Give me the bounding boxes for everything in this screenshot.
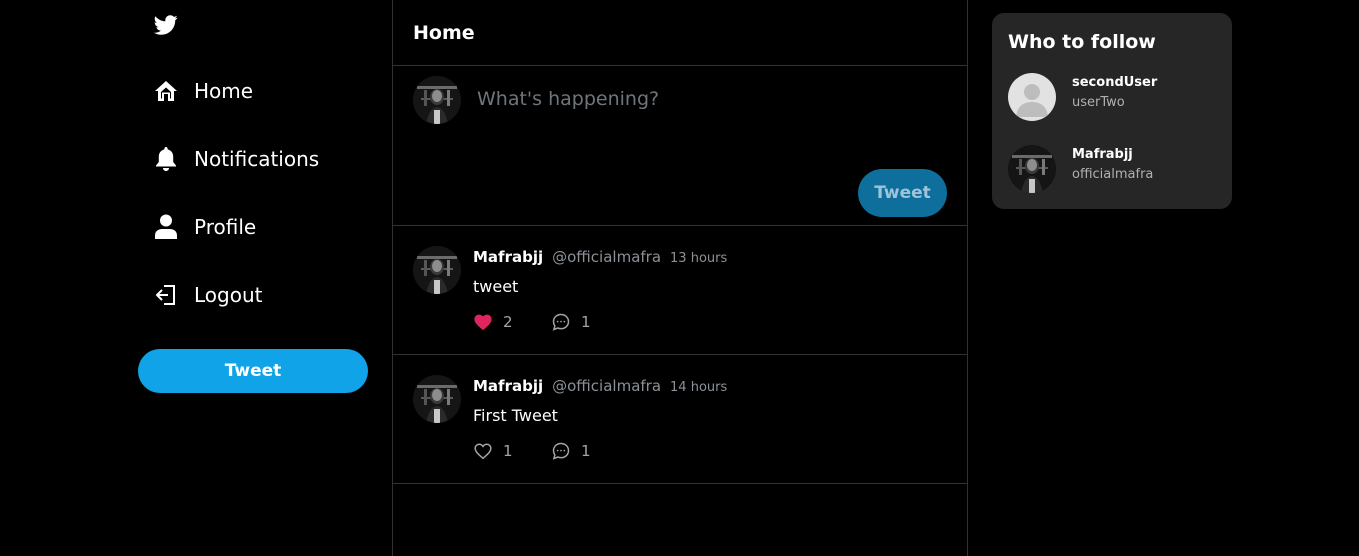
photo-avatar [1008, 145, 1056, 193]
tweet-item[interactable]: Mafrabjj @officialmafra 13 hours tweet 2… [393, 226, 967, 355]
composer-avatar [413, 76, 461, 124]
nav-logout-label: Logout [194, 283, 263, 307]
tweet-actions: 1 1 [473, 441, 591, 461]
comment-icon [551, 312, 571, 332]
like-count: 2 [503, 313, 513, 331]
nav-home[interactable]: Home [153, 76, 253, 106]
tweet-text: First Tweet [473, 406, 558, 425]
like-count: 1 [503, 442, 513, 460]
follow-user-handle: officialmafra [1072, 167, 1154, 182]
logout-icon [153, 282, 179, 308]
like-button[interactable]: 2 [473, 313, 551, 331]
who-to-follow-title: Who to follow [1008, 31, 1156, 53]
nav-profile[interactable]: Profile [153, 212, 256, 242]
follow-suggestion[interactable]: secondUser userTwo [1008, 73, 1218, 123]
who-to-follow-card: Who to follow secondUser userTwo Mafrabj… [992, 13, 1232, 209]
person-icon [153, 214, 179, 240]
tweet-header: Mafrabjj @officialmafra 14 hours [473, 377, 727, 395]
comment-button[interactable]: 1 [551, 312, 591, 332]
tweet-text: tweet [473, 277, 519, 296]
comment-count: 1 [581, 442, 591, 460]
follow-user-name: Mafrabjj [1072, 147, 1133, 162]
composer-tweet-button[interactable]: Tweet [858, 169, 947, 217]
default-avatar-icon [1008, 73, 1056, 121]
like-button[interactable]: 1 [473, 442, 551, 460]
nav-home-label: Home [194, 79, 254, 103]
heart-outline-icon [473, 442, 493, 460]
tweet-actions: 2 1 [473, 312, 591, 332]
sidebar-tweet-button[interactable]: Tweet [138, 349, 368, 393]
comment-button[interactable]: 1 [551, 441, 591, 461]
nav-notifications-label: Notifications [194, 147, 320, 171]
tweet-timestamp: 14 hours [670, 380, 728, 395]
tweet-avatar[interactable] [413, 375, 461, 423]
composer-input[interactable] [477, 88, 937, 110]
tweet-author-handle[interactable]: @officialmafra [552, 248, 661, 266]
bell-icon [153, 146, 179, 172]
tweet-avatar[interactable] [413, 246, 461, 294]
comment-count: 1 [581, 313, 591, 331]
follow-suggestion[interactable]: Mafrabjj officialmafra [1008, 145, 1218, 195]
nav-profile-label: Profile [194, 215, 257, 239]
tweet-composer: Tweet [393, 66, 967, 226]
follow-user-name: secondUser [1072, 75, 1158, 90]
home-icon [153, 78, 179, 104]
follow-user-handle: userTwo [1072, 95, 1125, 110]
nav-notifications[interactable]: Notifications [153, 144, 319, 174]
tweet-header: Mafrabjj @officialmafra 13 hours [473, 248, 727, 266]
left-sidebar: Home Notifications Profile Logout Tweet [0, 0, 392, 556]
comment-icon [551, 441, 571, 461]
page-title: Home [413, 21, 475, 44]
tweet-timestamp: 13 hours [670, 251, 728, 266]
tweet-author-handle[interactable]: @officialmafra [552, 377, 661, 395]
main-timeline: Home Tweet Mafrabjj @officialmafra 13 ho… [392, 0, 968, 556]
nav-logout[interactable]: Logout [153, 280, 262, 310]
tweet-item[interactable]: Mafrabjj @officialmafra 14 hours First T… [393, 355, 967, 484]
twitter-bird-icon[interactable] [153, 13, 179, 37]
tweet-author-name[interactable]: Mafrabjj [473, 248, 543, 266]
timeline-header: Home [393, 0, 967, 66]
tweet-author-name[interactable]: Mafrabjj [473, 377, 543, 395]
heart-filled-icon [473, 313, 493, 331]
